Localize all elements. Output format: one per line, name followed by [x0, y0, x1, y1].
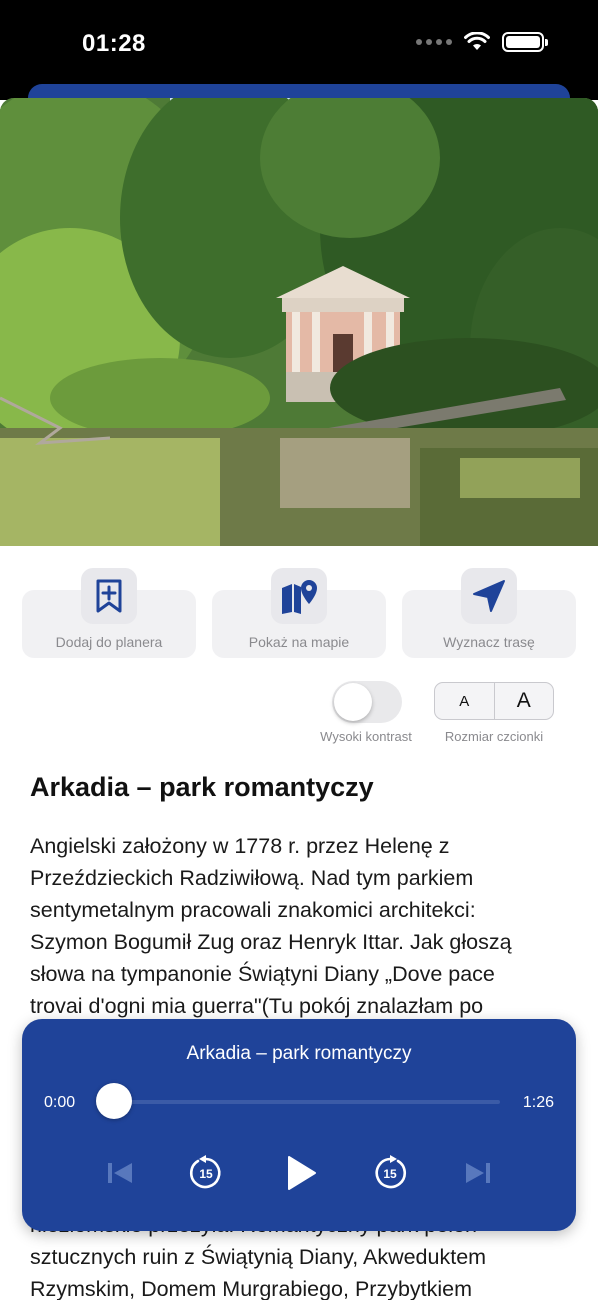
action-buttons-row: Dodaj do planera Pokaż na mapie Wyznacz …: [22, 568, 576, 660]
font-increase-button[interactable]: A: [495, 683, 554, 719]
duration: 1:26: [522, 1094, 554, 1111]
high-contrast-toggle[interactable]: [332, 681, 402, 723]
status-icons: [416, 32, 548, 52]
current-time: 0:00: [44, 1094, 76, 1111]
font-size-label: Rozmiar czcionki: [444, 729, 544, 744]
route-label: Wyznacz trasę: [443, 634, 535, 650]
navigation-arrow-icon: [461, 568, 517, 624]
forward-15-button[interactable]: 15: [370, 1153, 410, 1193]
show-on-map-label: Pokaż na mapie: [248, 634, 350, 650]
battery-icon: [502, 32, 548, 52]
high-contrast-label: Wysoki kontrast: [320, 729, 412, 744]
font-decrease-button[interactable]: A: [435, 683, 495, 719]
rewind-seconds-label: 15: [199, 1167, 213, 1181]
progress-thumb[interactable]: [96, 1083, 132, 1119]
player-title: Arkadia – park romantyczy: [186, 1043, 412, 1064]
status-time: 01:28: [82, 30, 146, 57]
play-button[interactable]: [280, 1151, 322, 1195]
font-size-control: A A: [434, 682, 554, 720]
forward-15-icon: 15: [375, 1155, 407, 1189]
map-pin-icon: [271, 568, 327, 624]
cellular-signal-icon: [416, 39, 452, 45]
play-icon: [288, 1156, 316, 1190]
rewind-15-icon: 15: [189, 1155, 221, 1189]
next-track-button[interactable]: [458, 1153, 498, 1193]
rewind-15-button[interactable]: 15: [186, 1153, 226, 1193]
audio-player: Arkadia – park romantyczy 0:00 1:26 15 1…: [22, 1019, 576, 1231]
skip-forward-icon: [466, 1163, 490, 1183]
show-on-map-button[interactable]: Pokaż na mapie: [212, 568, 386, 658]
attraction-photo[interactable]: [0, 98, 598, 546]
add-to-planner-button[interactable]: Dodaj do planera: [22, 568, 196, 658]
forward-seconds-label: 15: [383, 1167, 397, 1181]
route-button[interactable]: Wyznacz trasę: [402, 568, 576, 658]
progress-track[interactable]: [114, 1100, 500, 1104]
skip-back-icon: [108, 1163, 132, 1183]
park-temple-illustration: [0, 98, 598, 546]
attraction-description: Angielski założony w 1778 r. przez Helen…: [30, 834, 512, 1018]
previous-track-button[interactable]: [100, 1153, 140, 1193]
wifi-icon: [464, 32, 490, 50]
attraction-title: Arkadia – park romantyczy: [30, 772, 374, 802]
add-to-planner-label: Dodaj do planera: [55, 634, 163, 650]
bookmark-plus-icon: [81, 568, 137, 624]
